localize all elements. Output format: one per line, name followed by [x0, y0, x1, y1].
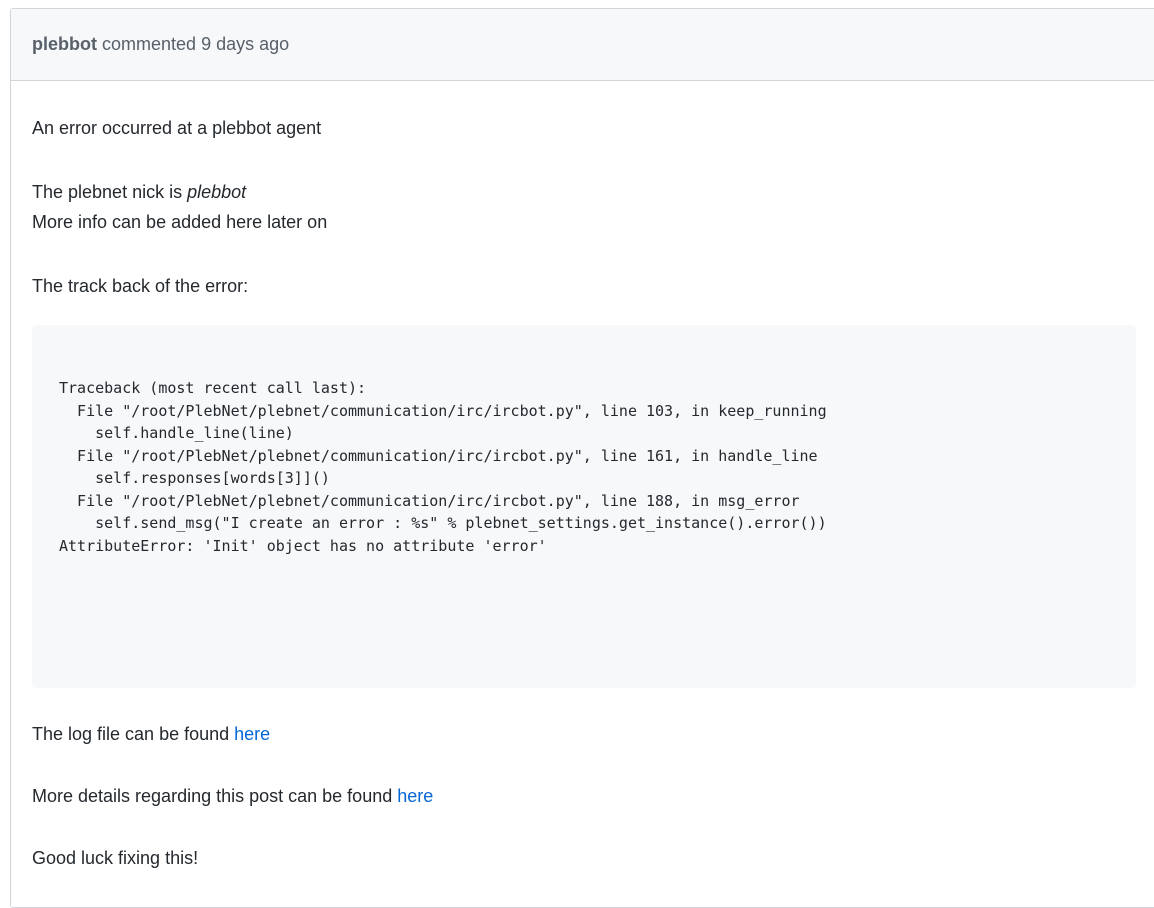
comment-action: commented — [102, 34, 197, 54]
traceback-code-block: Traceback (most recent call last): File … — [32, 325, 1136, 688]
nick-value: plebbot — [187, 182, 247, 202]
author-link[interactable]: plebbot — [32, 34, 97, 54]
comment-header: plebbot commented 9 days ago — [11, 9, 1154, 81]
more-info-text: More info can be added here later on — [32, 212, 328, 232]
comment-container: plebbot commented 9 days ago An error oc… — [10, 8, 1154, 908]
log-text: The log file can be found — [32, 724, 235, 744]
traceback-heading: The track back of the error: — [32, 276, 249, 296]
comment-timestamp[interactable]: 9 days ago — [201, 34, 289, 54]
details-link[interactable]: here — [397, 786, 433, 806]
log-file-link[interactable]: here — [234, 724, 270, 744]
closing-text: Good luck fixing this! — [32, 848, 199, 868]
nick-prefix: The plebnet nick is — [32, 182, 188, 202]
nick-paragraph: The plebnet nick is plebbot More info ca… — [32, 177, 327, 237]
intro-text: An error occurred at a plebbot agent — [32, 118, 322, 138]
traceback-code: Traceback (most recent call last): File … — [59, 379, 827, 555]
details-paragraph: More details regarding this post can be … — [32, 781, 433, 811]
details-text: More details regarding this post can be … — [32, 786, 398, 806]
log-paragraph: The log file can be found here — [32, 719, 270, 749]
